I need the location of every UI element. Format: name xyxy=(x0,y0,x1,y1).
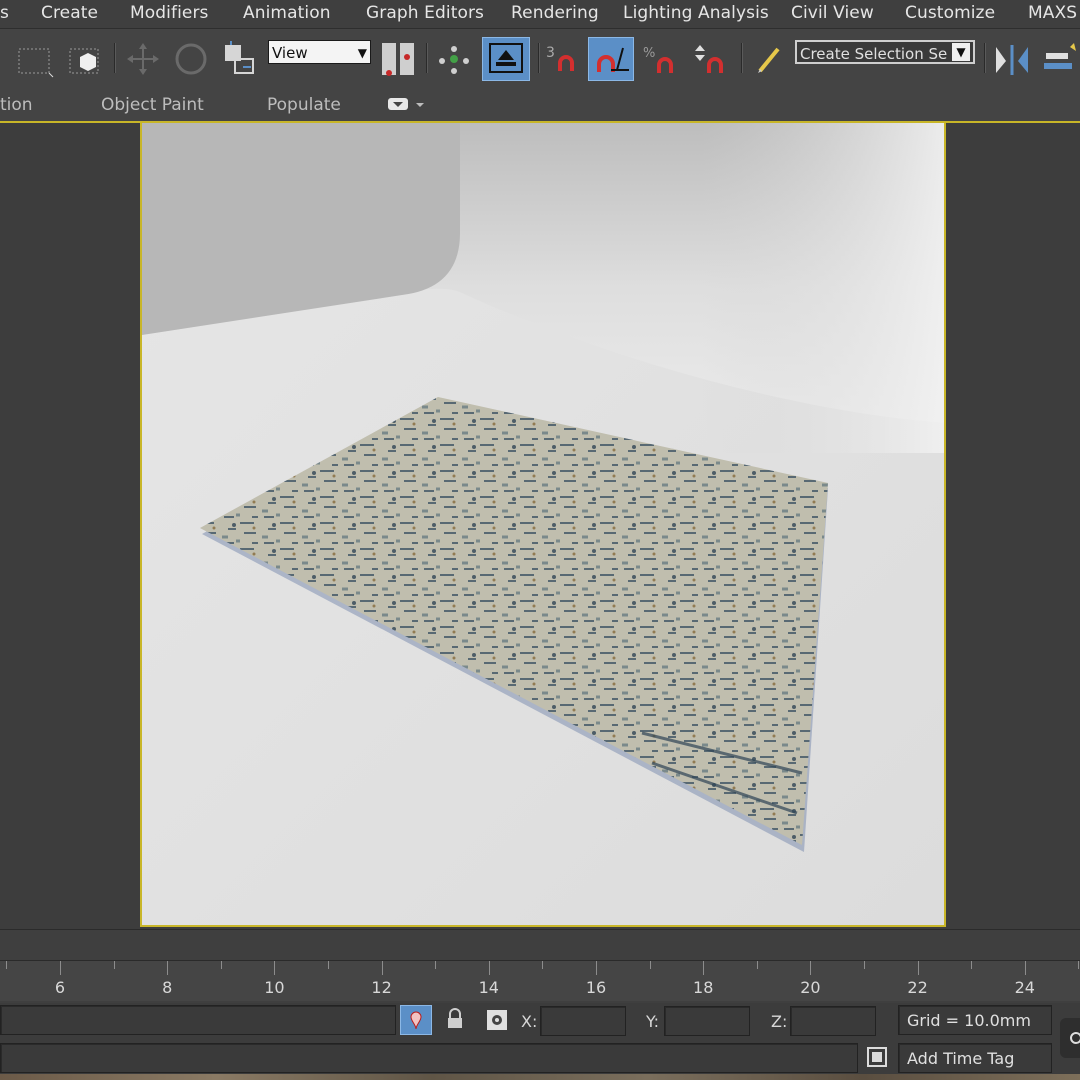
menu-item-animation[interactable]: Animation xyxy=(243,3,331,23)
timeline-tick xyxy=(328,961,329,969)
spinner-snap-icon[interactable] xyxy=(689,37,729,81)
lock-icon[interactable] xyxy=(443,1007,467,1033)
timeline-tick xyxy=(756,961,758,969)
x-coordinate-input[interactable] xyxy=(540,1006,626,1036)
timeline-tick xyxy=(864,961,865,969)
reference-coordinate-dropdown[interactable]: View ▼ xyxy=(268,40,371,64)
menu-item-lighting-analysis[interactable]: Lighting Analysis xyxy=(623,3,769,23)
menu-item-civil-view[interactable]: Civil View xyxy=(791,3,874,23)
y-coordinate-input[interactable] xyxy=(664,1006,750,1036)
menu-item-graph-editors[interactable]: Graph Editors xyxy=(366,3,484,23)
timeline-tick xyxy=(488,961,490,975)
tab-object-paint[interactable]: Object Paint xyxy=(101,95,204,115)
select-and-manipulate-icon[interactable] xyxy=(434,37,474,81)
named-selection-value: Create Selection Se xyxy=(800,45,948,63)
timeline-tick xyxy=(1024,961,1026,975)
timeline-tick xyxy=(596,961,597,975)
keyboard-shortcut-override-icon[interactable] xyxy=(482,37,530,81)
timeline-tick xyxy=(113,961,115,969)
angle-snap-icon[interactable] xyxy=(588,37,634,81)
timeline-tick xyxy=(435,961,437,969)
status-message-line xyxy=(0,1043,858,1073)
chevron-down-icon: ▼ xyxy=(952,43,970,61)
snaps-toggle-icon[interactable]: 3 xyxy=(544,37,584,81)
menu-item-customize[interactable]: Customize xyxy=(905,3,995,23)
timeline-tick xyxy=(917,961,919,975)
ribbon-tabs: tion Object Paint Populate xyxy=(0,89,1080,121)
zoom-extents-icon[interactable] xyxy=(1060,1018,1080,1058)
taskbar-strip xyxy=(0,1074,1080,1080)
timeline-tick-label: 8 xyxy=(162,978,173,997)
z-label: Z: xyxy=(771,1012,788,1031)
timeline-tick-label: 6 xyxy=(54,978,66,997)
use-pivot-center-icon[interactable] xyxy=(378,37,418,81)
mirror-icon[interactable] xyxy=(992,37,1032,81)
timeline-tick-label: 18 xyxy=(693,978,714,997)
time-tag-icon[interactable] xyxy=(865,1045,889,1069)
timeline-tick xyxy=(971,961,973,969)
timeline-tick xyxy=(1078,961,1080,969)
prompt-line xyxy=(0,1005,396,1035)
menu-item-rendering[interactable]: Rendering xyxy=(511,3,599,23)
absolute-mode-transform-icon[interactable] xyxy=(484,1007,510,1033)
timeline-tick-label: 20 xyxy=(800,978,821,997)
x-label: X: xyxy=(521,1012,538,1031)
timeline-tick-label: 12 xyxy=(371,978,392,997)
timeline-tick xyxy=(167,961,169,975)
timeline-tick-label: 16 xyxy=(585,978,607,997)
viewport-render xyxy=(142,123,944,925)
tab-selection[interactable]: tion xyxy=(0,95,33,115)
reference-coordinate-value: View xyxy=(272,44,308,62)
timeline-tick xyxy=(220,961,222,969)
timeline-tick xyxy=(274,961,276,975)
add-time-tag-field[interactable]: Add Time Tag xyxy=(898,1043,1052,1073)
timeline-tick xyxy=(810,961,812,975)
main-toolbar: View ▼ 3 % Create Selection Se ▼ xyxy=(0,28,1080,90)
timeline-tick xyxy=(703,961,705,975)
align-icon[interactable] xyxy=(1040,37,1080,81)
svg-text:%: % xyxy=(643,46,655,61)
percent-snap-icon[interactable]: % xyxy=(641,37,681,81)
select-region-icon[interactable] xyxy=(0,37,6,81)
svg-text:3: 3 xyxy=(546,45,555,61)
window-crossing-icon[interactable] xyxy=(15,37,55,81)
timeline-tick xyxy=(6,961,8,969)
viewport-area xyxy=(0,121,1080,931)
tab-populate[interactable]: Populate xyxy=(267,95,341,115)
perspective-viewport[interactable] xyxy=(140,123,946,927)
timeline-tick xyxy=(542,961,544,969)
menu-item-maxscript[interactable]: MAXS xyxy=(1028,3,1077,23)
add-time-tag-label: Add Time Tag xyxy=(907,1049,1015,1068)
ribbon-options-button[interactable] xyxy=(388,97,424,111)
timeline-tick xyxy=(381,961,383,975)
menu-item-s[interactable]: s xyxy=(0,3,9,23)
timeline-tick xyxy=(60,961,61,975)
chevron-down-icon: ▼ xyxy=(357,46,367,60)
grid-size-display: Grid = 10.0mm xyxy=(898,1005,1052,1035)
menu-item-modifiers[interactable]: Modifiers xyxy=(130,3,209,23)
z-coordinate-input[interactable] xyxy=(790,1006,876,1036)
select-move-icon[interactable] xyxy=(123,37,163,81)
isolate-selection-icon[interactable] xyxy=(400,1005,432,1035)
timeline-tick-label: 14 xyxy=(478,978,499,997)
select-scale-icon[interactable] xyxy=(219,37,259,81)
menu-item-create[interactable]: Create xyxy=(41,3,98,23)
timeline-tick-label: 10 xyxy=(264,978,285,997)
timeline-tick-label: 22 xyxy=(907,978,928,997)
y-label: Y: xyxy=(646,1012,660,1031)
select-object-icon[interactable] xyxy=(66,37,106,81)
status-bar: X: Y: Z: Grid = 10.0mm Add Time Tag xyxy=(0,1003,1080,1080)
menu-bar: s Create Modifiers Animation Graph Edito… xyxy=(0,0,1080,28)
timeline-ruler[interactable]: 6 8 10 12 14 16 18 20 22 24 xyxy=(0,960,1080,1001)
timeline-tick-label: 24 xyxy=(1014,978,1035,997)
grid-size-text: Grid = 10.0mm xyxy=(907,1011,1031,1030)
edit-named-selection-icon[interactable] xyxy=(750,37,790,81)
select-rotate-icon[interactable] xyxy=(171,37,211,81)
named-selection-dropdown[interactable]: Create Selection Se ▼ xyxy=(795,40,975,64)
timeline-tick xyxy=(649,961,651,969)
track-bar[interactable]: 6 8 10 12 14 16 18 20 22 24 xyxy=(0,929,1080,1004)
